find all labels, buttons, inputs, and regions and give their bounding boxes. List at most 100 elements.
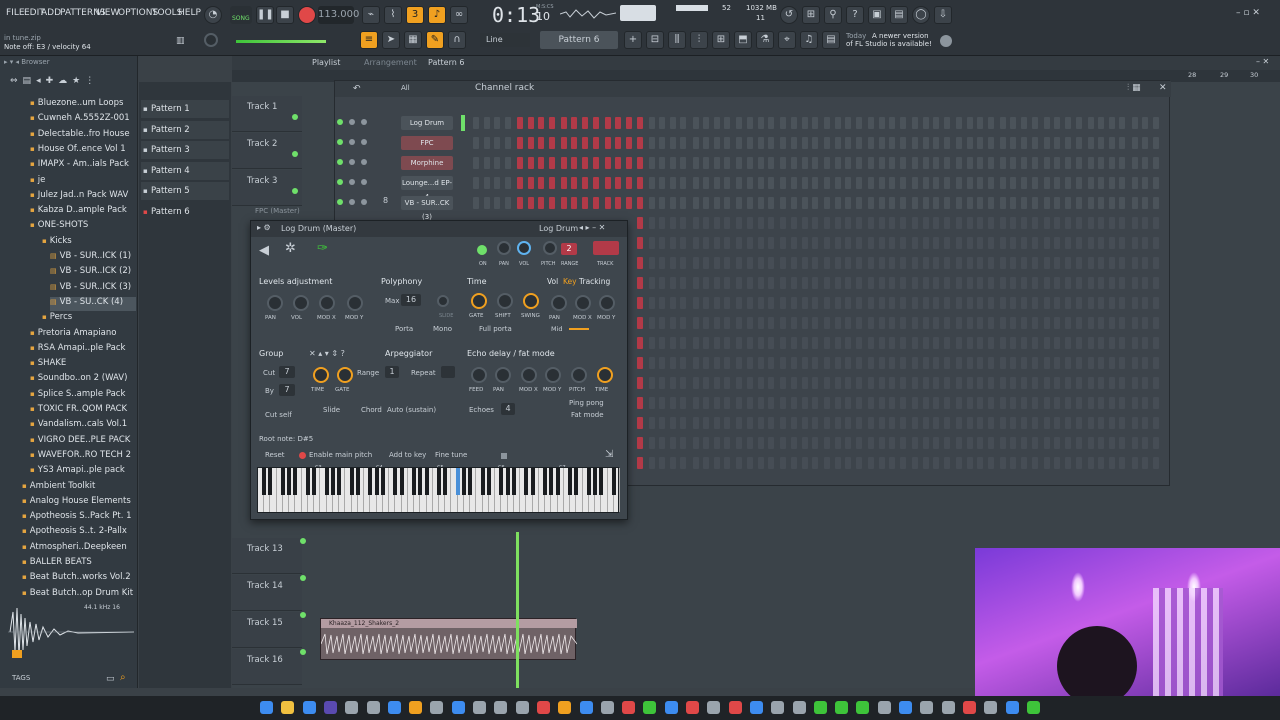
step-button[interactable]	[473, 117, 479, 129]
step-button[interactable]	[801, 417, 808, 429]
step-button[interactable]	[1142, 377, 1149, 389]
step-button[interactable]	[1054, 117, 1061, 129]
step-button[interactable]	[736, 237, 743, 249]
step-button[interactable]	[669, 357, 676, 369]
step-button[interactable]	[899, 297, 906, 309]
step-button[interactable]	[987, 377, 994, 389]
step-button[interactable]	[669, 177, 676, 189]
step-button[interactable]	[1098, 117, 1105, 129]
step-button[interactable]	[747, 137, 753, 149]
cut-value[interactable]: 7	[279, 366, 295, 378]
step-button[interactable]	[747, 337, 753, 349]
master-pitch-slider[interactable]	[236, 40, 326, 43]
step-button[interactable]	[780, 117, 787, 129]
browser-item[interactable]: ▪ Bluezone..um Loops	[30, 98, 136, 112]
channel-mute-led[interactable]	[337, 179, 343, 185]
step-button[interactable]	[736, 277, 743, 289]
step-button[interactable]	[1131, 277, 1138, 289]
step-button[interactable]	[713, 237, 720, 249]
step-button[interactable]	[1131, 157, 1138, 169]
step-button[interactable]	[1131, 257, 1138, 269]
files-icon[interactable]: ▤	[23, 76, 32, 90]
taskbar-app-icon[interactable]	[387, 701, 401, 714]
step-button[interactable]	[1087, 437, 1094, 449]
step-button[interactable]	[1108, 137, 1115, 149]
step-button[interactable]	[812, 337, 819, 349]
step-button[interactable]	[801, 297, 808, 309]
step-button[interactable]	[812, 257, 819, 269]
step-edit-icon[interactable]: ⌇	[384, 6, 402, 24]
step-button[interactable]	[801, 277, 808, 289]
step-button[interactable]	[757, 217, 764, 229]
step-button[interactable]	[1043, 397, 1050, 409]
step-button[interactable]	[899, 437, 906, 449]
step-button[interactable]	[724, 177, 731, 189]
step-button[interactable]	[1064, 357, 1071, 369]
step-button[interactable]	[1131, 217, 1138, 229]
step-button[interactable]	[801, 137, 808, 149]
browser-item[interactable]: ▪ IMAPX - Am..ials Pack	[30, 159, 136, 173]
step-button[interactable]	[713, 297, 720, 309]
keyboard-arrow-icon[interactable]: ⇲	[605, 449, 613, 460]
step-button[interactable]	[692, 397, 699, 409]
browser-item[interactable]: ▪ YS3 Amapi..ple pack	[30, 465, 136, 479]
step-button[interactable]	[1108, 457, 1115, 469]
step-button[interactable]	[1119, 217, 1126, 229]
step-button[interactable]	[899, 457, 906, 469]
step-button[interactable]	[636, 197, 643, 209]
step-button[interactable]	[868, 137, 875, 149]
step-button[interactable]	[736, 157, 743, 169]
browser-icon[interactable]: ⊞	[712, 31, 730, 49]
step-button[interactable]	[747, 237, 753, 249]
step-button[interactable]	[703, 157, 710, 169]
step-button[interactable]	[1142, 277, 1149, 289]
channel-name-button[interactable]: FPC	[401, 136, 453, 150]
channel-name-button[interactable]: VB - SUR..CK (3)	[401, 196, 453, 221]
browser-item[interactable]: ▪ SHAKE	[30, 358, 136, 372]
step-button[interactable]	[922, 237, 929, 249]
step-button[interactable]	[933, 397, 940, 409]
step-button[interactable]	[977, 437, 984, 449]
knob-mod-y[interactable]	[599, 295, 615, 311]
taskbar-app-icon[interactable]	[984, 701, 998, 714]
blend-notes-icon[interactable]: ♪	[428, 6, 446, 24]
step-button[interactable]	[548, 137, 555, 149]
step-button[interactable]	[824, 197, 831, 209]
step-button[interactable]	[912, 177, 918, 189]
step-button[interactable]	[999, 377, 1006, 389]
echoes-value[interactable]: 4	[501, 403, 515, 415]
step-button[interactable]	[955, 437, 962, 449]
step-button[interactable]	[845, 317, 852, 329]
step-button[interactable]	[669, 337, 676, 349]
step-button[interactable]	[1075, 457, 1082, 469]
step-button[interactable]	[1064, 257, 1071, 269]
step-button[interactable]	[933, 357, 940, 369]
step-button[interactable]	[713, 357, 720, 369]
step-button[interactable]	[1054, 457, 1061, 469]
step-button[interactable]	[812, 157, 819, 169]
track-mute-led[interactable]	[292, 151, 298, 157]
step-button[interactable]	[878, 257, 885, 269]
knob-shift[interactable]	[497, 293, 513, 309]
taskbar-app-icon[interactable]	[707, 701, 721, 714]
tag-folder-icon[interactable]: ▭	[106, 674, 115, 684]
step-button[interactable]	[899, 177, 906, 189]
step-button[interactable]	[703, 137, 710, 149]
step-button[interactable]	[824, 417, 831, 429]
channel-pan-knob[interactable]	[497, 241, 511, 255]
step-button[interactable]	[922, 197, 929, 209]
step-button[interactable]	[1031, 117, 1038, 129]
menu-add[interactable]: ADD	[41, 8, 61, 18]
step-button[interactable]	[845, 157, 852, 169]
step-button[interactable]	[824, 397, 831, 409]
step-button[interactable]	[659, 137, 666, 149]
render-icon[interactable]: ▤	[890, 6, 908, 24]
step-button[interactable]	[1043, 417, 1050, 429]
step-button[interactable]	[922, 117, 929, 129]
step-button[interactable]	[966, 237, 973, 249]
step-button[interactable]	[812, 277, 819, 289]
step-button[interactable]	[1021, 457, 1027, 469]
step-button[interactable]	[768, 417, 775, 429]
step-button[interactable]	[878, 177, 885, 189]
step-button[interactable]	[692, 297, 699, 309]
